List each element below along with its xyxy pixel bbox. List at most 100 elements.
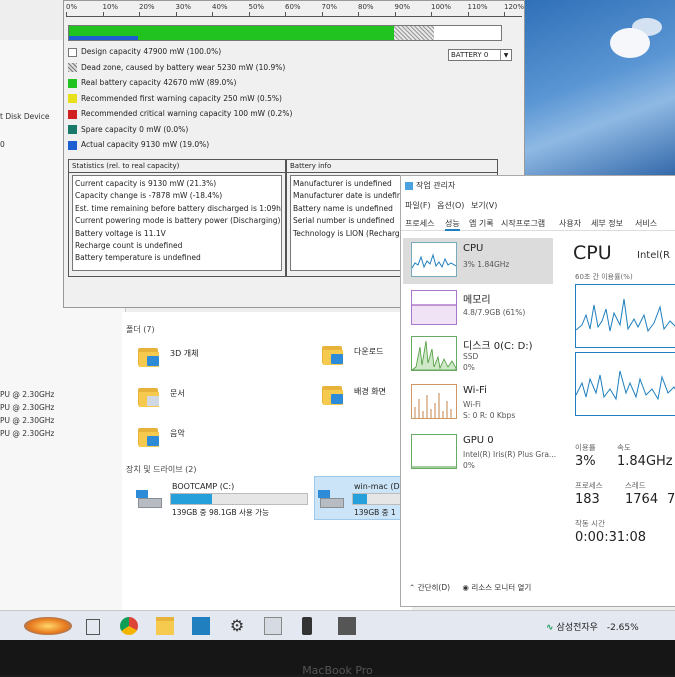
screen: t Disk Device 0 PU @ 2.30GHz PU @ 2.30GH…: [0, 0, 675, 640]
ruler-tick-label: 120%: [504, 3, 525, 11]
actual-capacity-segment: [69, 36, 139, 40]
tab-app-history[interactable]: 앱 기록: [469, 218, 494, 229]
legend-text: Dead zone, caused by battery wear 5230 m…: [81, 62, 286, 72]
statistics-list: Current capacity is 9130 mW (21.3%) Capac…: [72, 175, 282, 271]
ruler-tick: [321, 12, 323, 17]
folder-wallpaper-icon[interactable]: [322, 384, 344, 406]
chevron-down-icon[interactable]: ▼: [500, 50, 511, 60]
handle-value: 7: [667, 492, 675, 507]
cpu-detail-pane: CPU Intel(R 60초 간 이용률(%) 이용률 속도 3% 1.84G…: [559, 236, 675, 566]
folder-documents-icon[interactable]: [138, 386, 160, 408]
drives-header[interactable]: 장치 및 드라이브 (2): [126, 464, 196, 475]
resource-cpu[interactable]: CPU 3% 1.84GHz: [403, 238, 553, 284]
resource-monitor-link[interactable]: 리소스 모니터 열기: [471, 583, 531, 592]
usage-label: 이용률: [575, 443, 596, 452]
folder-downloads-icon[interactable]: [322, 344, 344, 366]
tab-users[interactable]: 사용자: [559, 218, 581, 229]
battery-app-icon[interactable]: [302, 617, 312, 635]
disk-device-label: t Disk Device: [0, 112, 50, 121]
drive-c-usage: 139GB 중 98.1GB 사용 가능: [172, 508, 269, 517]
legend-swatch: [68, 63, 77, 72]
resource-cpu-name: CPU: [463, 243, 484, 254]
tab-processes[interactable]: 프로세스: [405, 218, 434, 229]
dead-zone-segment: [393, 26, 434, 40]
app-icon[interactable]: [338, 617, 356, 635]
folder-music-label[interactable]: 음악: [170, 428, 185, 439]
folder-downloads-label[interactable]: 다운로드: [354, 346, 383, 357]
speed-label: 속도: [617, 443, 631, 452]
ruler-tick: [394, 12, 396, 17]
chevron-up-icon[interactable]: ⌃: [409, 583, 415, 592]
legend-item: Recommended critical warning capacity 10…: [68, 109, 292, 119]
legend-swatch: [68, 47, 77, 57]
resource-disk[interactable]: 디스크 0(C: D:) SSD 0%: [403, 332, 553, 378]
cpu-core-graph-2: [575, 352, 675, 416]
stock-name: 삼성전자우: [556, 623, 598, 633]
menu-bar: 파일(F) 옵션(O) 보기(V): [405, 200, 501, 211]
task-manager-icon: [405, 181, 413, 190]
drive-c-name[interactable]: BOOTCAMP (C:): [172, 482, 234, 491]
ruler-tick: [102, 12, 104, 17]
folder-3d-objects-label[interactable]: 3D 개체: [170, 348, 199, 359]
chrome-icon[interactable]: [120, 617, 138, 635]
drive-d-icon[interactable]: [318, 490, 344, 508]
folder-documents-label[interactable]: 문서: [170, 388, 185, 399]
start-icon[interactable]: [24, 617, 72, 635]
thread-label: 스레드: [625, 481, 646, 490]
folder-music-icon[interactable]: [138, 426, 160, 448]
folders-header[interactable]: 폴더 (7): [126, 324, 155, 335]
drive-d-name[interactable]: win-mac (D: [354, 482, 400, 491]
cpu-model: Intel(R: [637, 250, 670, 261]
legend-text: Recommended first warning capacity 250 m…: [81, 93, 282, 103]
resource-disk-usage: 0%: [463, 363, 475, 372]
legend-item: Recommended first warning capacity 250 m…: [68, 93, 282, 103]
mail-icon[interactable]: [192, 617, 210, 635]
resource-wifi-rate: S: 0 R: 0 Kbps: [463, 411, 516, 420]
gear-icon[interactable]: ⚙: [228, 617, 246, 635]
tab-details[interactable]: 세부 정보: [591, 218, 623, 229]
statistics-line: Battery temperature is undefined: [75, 253, 201, 263]
ruler-tick-label: 10%: [102, 3, 119, 11]
gpu-thumbnail-graph: [411, 434, 457, 469]
drive-c-icon[interactable]: [136, 490, 162, 508]
ruler-tick: [467, 12, 469, 17]
resource-wifi-type: Wi-Fi: [463, 400, 481, 409]
legend-item: Spare capacity 0 mW (0.0%): [68, 125, 188, 134]
resource-cpu-sub: 3% 1.84GHz: [463, 260, 510, 269]
ruler-tick-label: 20%: [139, 3, 155, 11]
menu-view[interactable]: 보기(V): [471, 201, 497, 210]
resource-wifi-name: Wi-Fi: [463, 385, 487, 396]
resource-gpu-model: Intel(R) Iris(R) Plus Gra...: [463, 450, 557, 459]
stock-ticker[interactable]: ∿ 삼성전자우 -2.65%: [546, 620, 639, 633]
bezel-label: MacBook Pro: [302, 664, 373, 677]
file-explorer-icon[interactable]: [156, 617, 174, 635]
resource-gpu[interactable]: GPU 0 Intel(R) Iris(R) Plus Gra... 0%: [403, 430, 557, 476]
ruler-tick-label: 90%: [394, 3, 411, 11]
resource-memory[interactable]: 메모리 4.8/7.9GB (61%): [403, 286, 553, 332]
tab-performance[interactable]: 성능: [445, 218, 460, 231]
statistics-panel: Statistics (rel. to real capacity) Curre…: [68, 159, 286, 277]
legend-item: Design capacity 47900 mW (100.0%): [68, 47, 221, 57]
task-view-icon[interactable]: [86, 619, 100, 635]
cpu-line: PU @ 2.30GHz: [0, 403, 55, 412]
ruler-tick: [285, 12, 286, 17]
taskbar: ⚙ ∿ 삼성전자우 -2.65%: [0, 610, 675, 640]
statistics-line: Est. time remaining before battery disch…: [75, 203, 281, 213]
statistics-title: Statistics (rel. to real capacity): [69, 160, 285, 173]
tab-services[interactable]: 서비스: [635, 218, 657, 229]
cpu-thumbnail-graph: [411, 242, 457, 277]
resource-wifi[interactable]: Wi-Fi Wi-Fi S: 0 R: 0 Kbps: [403, 380, 553, 426]
menu-options[interactable]: 옵션(O): [437, 201, 464, 210]
resource-gpu-name: GPU 0: [463, 435, 494, 446]
folder-wallpaper-label[interactable]: 배경 화면: [354, 386, 386, 397]
statistics-line: Capacity change is -7878 mW (-18.4%): [75, 191, 223, 201]
battery-selector[interactable]: BATTERY 0 ▼: [448, 49, 512, 61]
stock-change: -2.65%: [606, 623, 639, 633]
ruler-tick-label: 0%: [66, 3, 78, 11]
photos-icon[interactable]: [264, 617, 282, 635]
tab-startup[interactable]: 시작프로그램: [501, 218, 545, 229]
ruler-tick-label: 70%: [321, 3, 338, 11]
folder-3d-objects-icon[interactable]: [138, 346, 160, 368]
menu-file[interactable]: 파일(F): [405, 201, 431, 210]
fewer-details-link[interactable]: 간단히(D): [418, 583, 450, 592]
